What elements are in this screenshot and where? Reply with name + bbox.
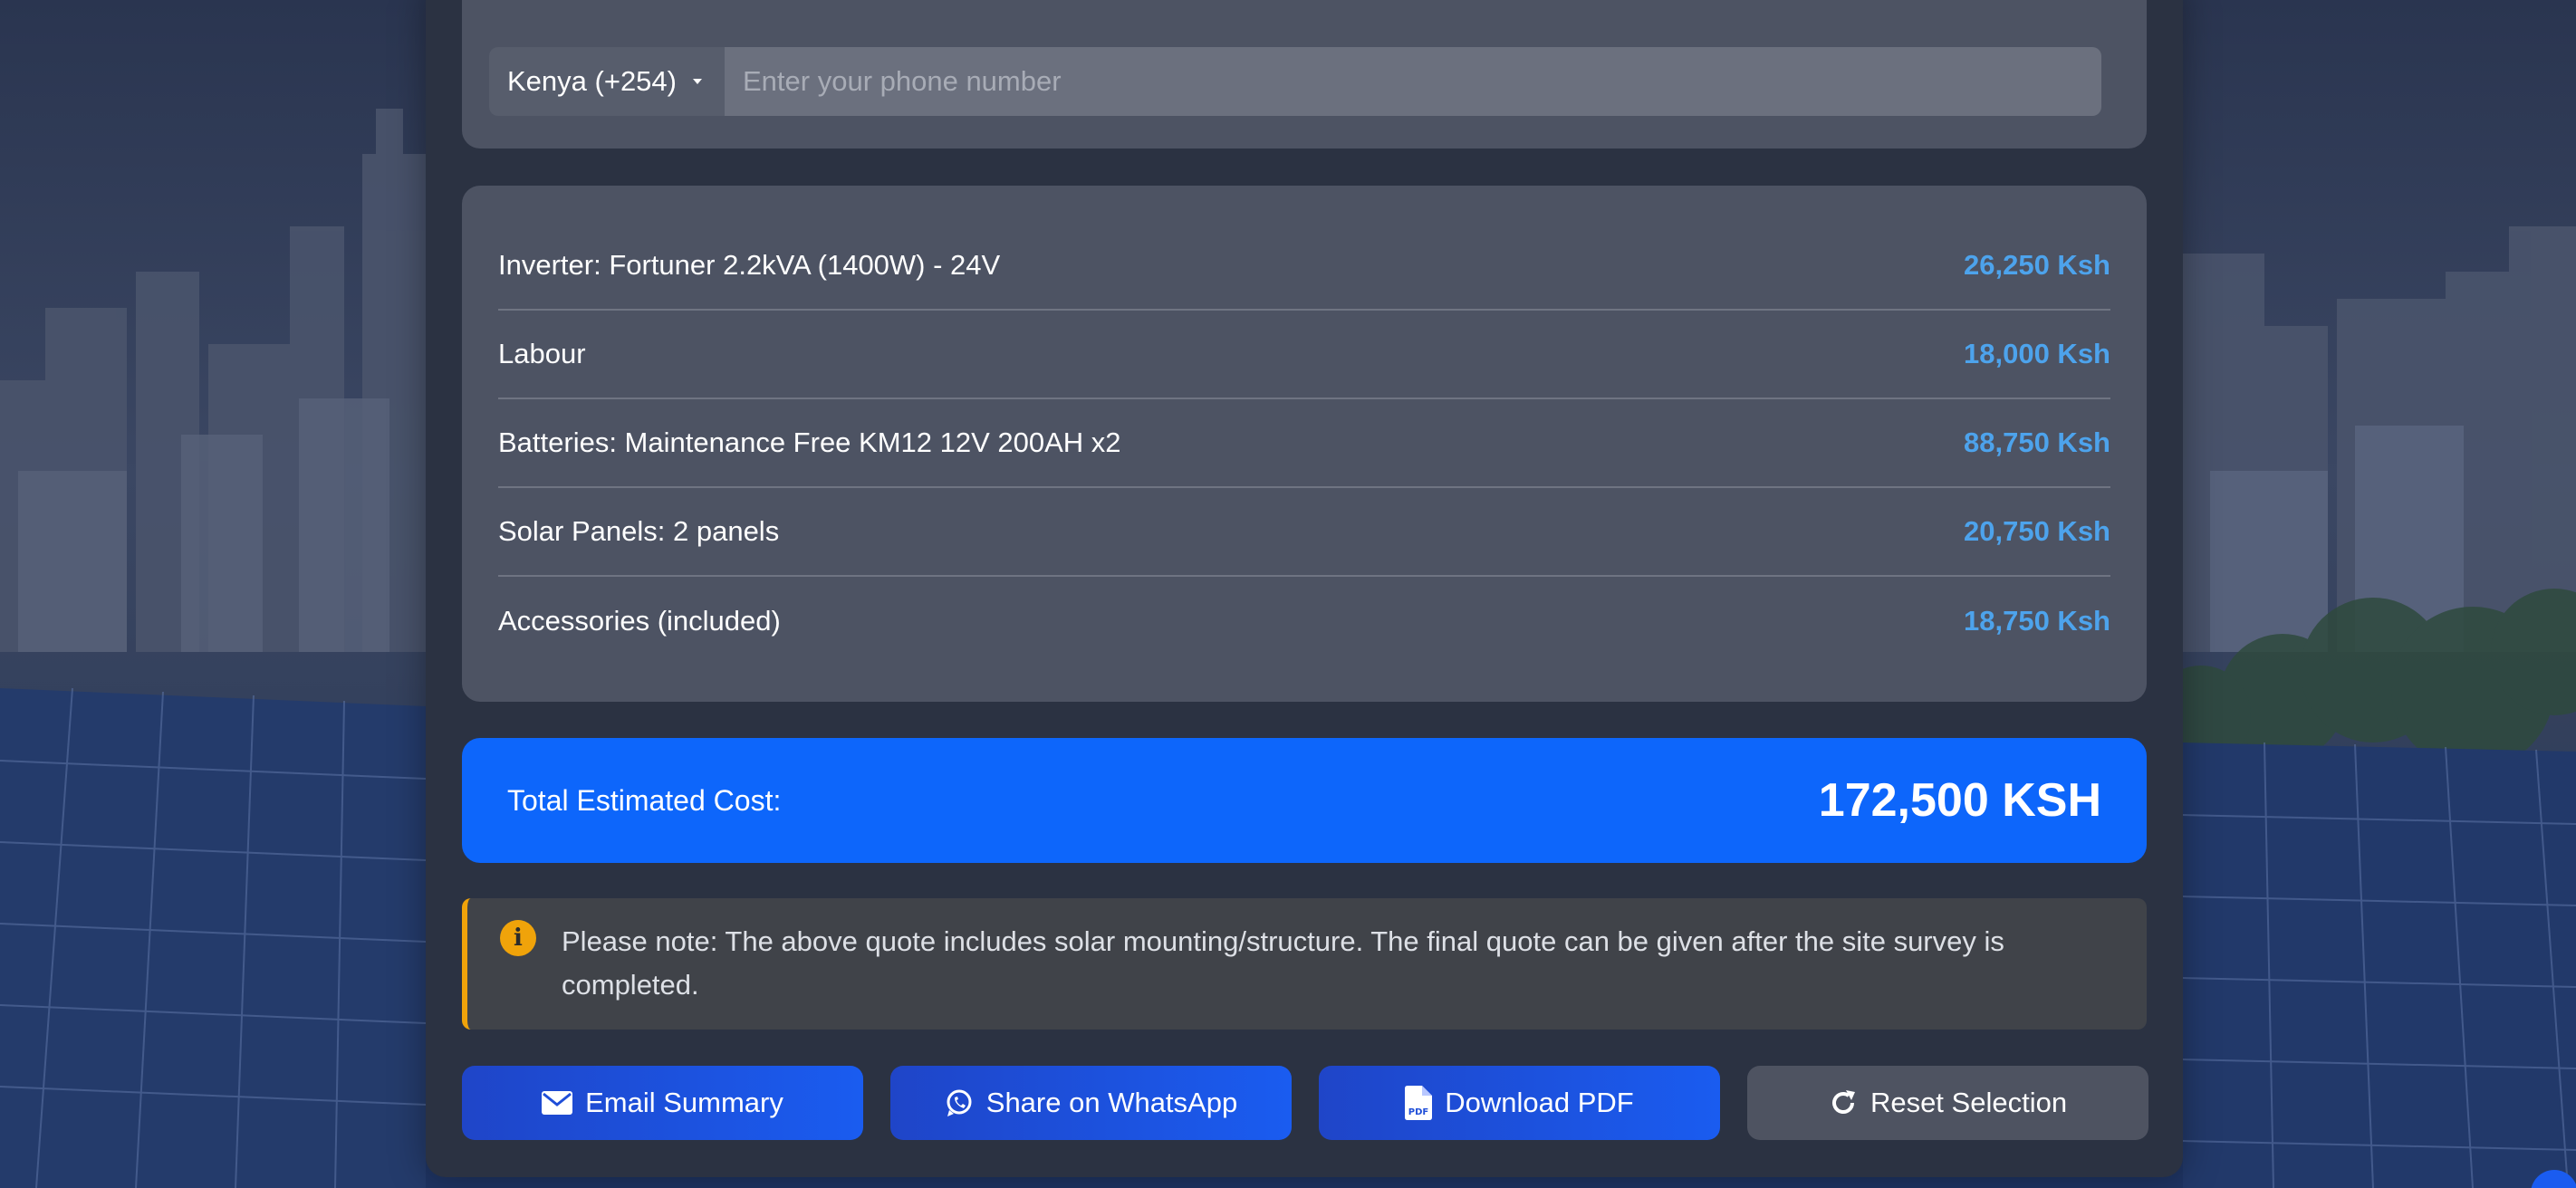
quote-note: i Please note: The above quote includes …: [462, 898, 2147, 1030]
quote-item-row: Labour 18,000 Ksh: [498, 311, 2110, 399]
download-pdf-button[interactable]: PDF Download PDF: [1319, 1066, 1720, 1140]
quote-items-list: Inverter: Fortuner 2.2kVA (1400W) - 24V …: [498, 222, 2110, 666]
refresh-icon: [1829, 1088, 1858, 1117]
total-cost-label: Total Estimated Cost:: [507, 783, 782, 817]
envelope-icon: [542, 1091, 573, 1115]
share-whatsapp-label: Share on WhatsApp: [985, 1087, 1238, 1118]
item-name: Labour: [498, 338, 586, 369]
reset-selection-button[interactable]: Reset Selection: [1747, 1066, 2148, 1140]
quote-item-row: Inverter: Fortuner 2.2kVA (1400W) - 24V …: [498, 222, 2110, 311]
total-cost-bar: Total Estimated Cost: 172,500 KSH: [462, 738, 2147, 863]
svg-text:PDF: PDF: [1408, 1107, 1428, 1117]
pdf-file-icon: PDF: [1405, 1086, 1433, 1120]
quote-item-row: Accessories (included) 18,750 Ksh: [498, 577, 2110, 666]
item-name: Solar Panels: 2 panels: [498, 515, 780, 547]
download-pdf-label: Download PDF: [1445, 1087, 1634, 1118]
item-name: Batteries: Maintenance Free KM12 12V 200…: [498, 426, 1121, 458]
item-name: Accessories (included): [498, 605, 781, 637]
country-code-select[interactable]: Kenya (+254): [489, 47, 725, 116]
item-price: 20,750 Ksh: [1964, 515, 2110, 547]
item-price: 26,250 Ksh: [1964, 249, 2110, 281]
caret-down-icon: [692, 79, 702, 84]
total-cost-value: 172,500 KSH: [1818, 774, 2101, 827]
note-text: Please note: The above quote includes so…: [562, 925, 2004, 1001]
item-price: 18,000 Ksh: [1964, 338, 2110, 369]
email-summary-button[interactable]: Email Summary: [462, 1066, 863, 1140]
quote-item-row: Solar Panels: 2 panels 20,750 Ksh: [498, 488, 2110, 577]
phone-number-input[interactable]: [725, 47, 2101, 116]
country-code-label: Kenya (+254): [507, 65, 677, 97]
item-name: Inverter: Fortuner 2.2kVA (1400W) - 24V: [498, 249, 1001, 281]
info-circle-icon: i: [500, 920, 536, 956]
whatsapp-icon: [945, 1088, 974, 1117]
quote-item-row: Batteries: Maintenance Free KM12 12V 200…: [498, 399, 2110, 488]
share-whatsapp-button[interactable]: Share on WhatsApp: [890, 1066, 1292, 1140]
item-price: 88,750 Ksh: [1964, 426, 2110, 458]
email-summary-label: Email Summary: [585, 1087, 783, 1118]
reset-selection-label: Reset Selection: [1870, 1087, 2068, 1118]
item-price: 18,750 Ksh: [1964, 605, 2110, 637]
